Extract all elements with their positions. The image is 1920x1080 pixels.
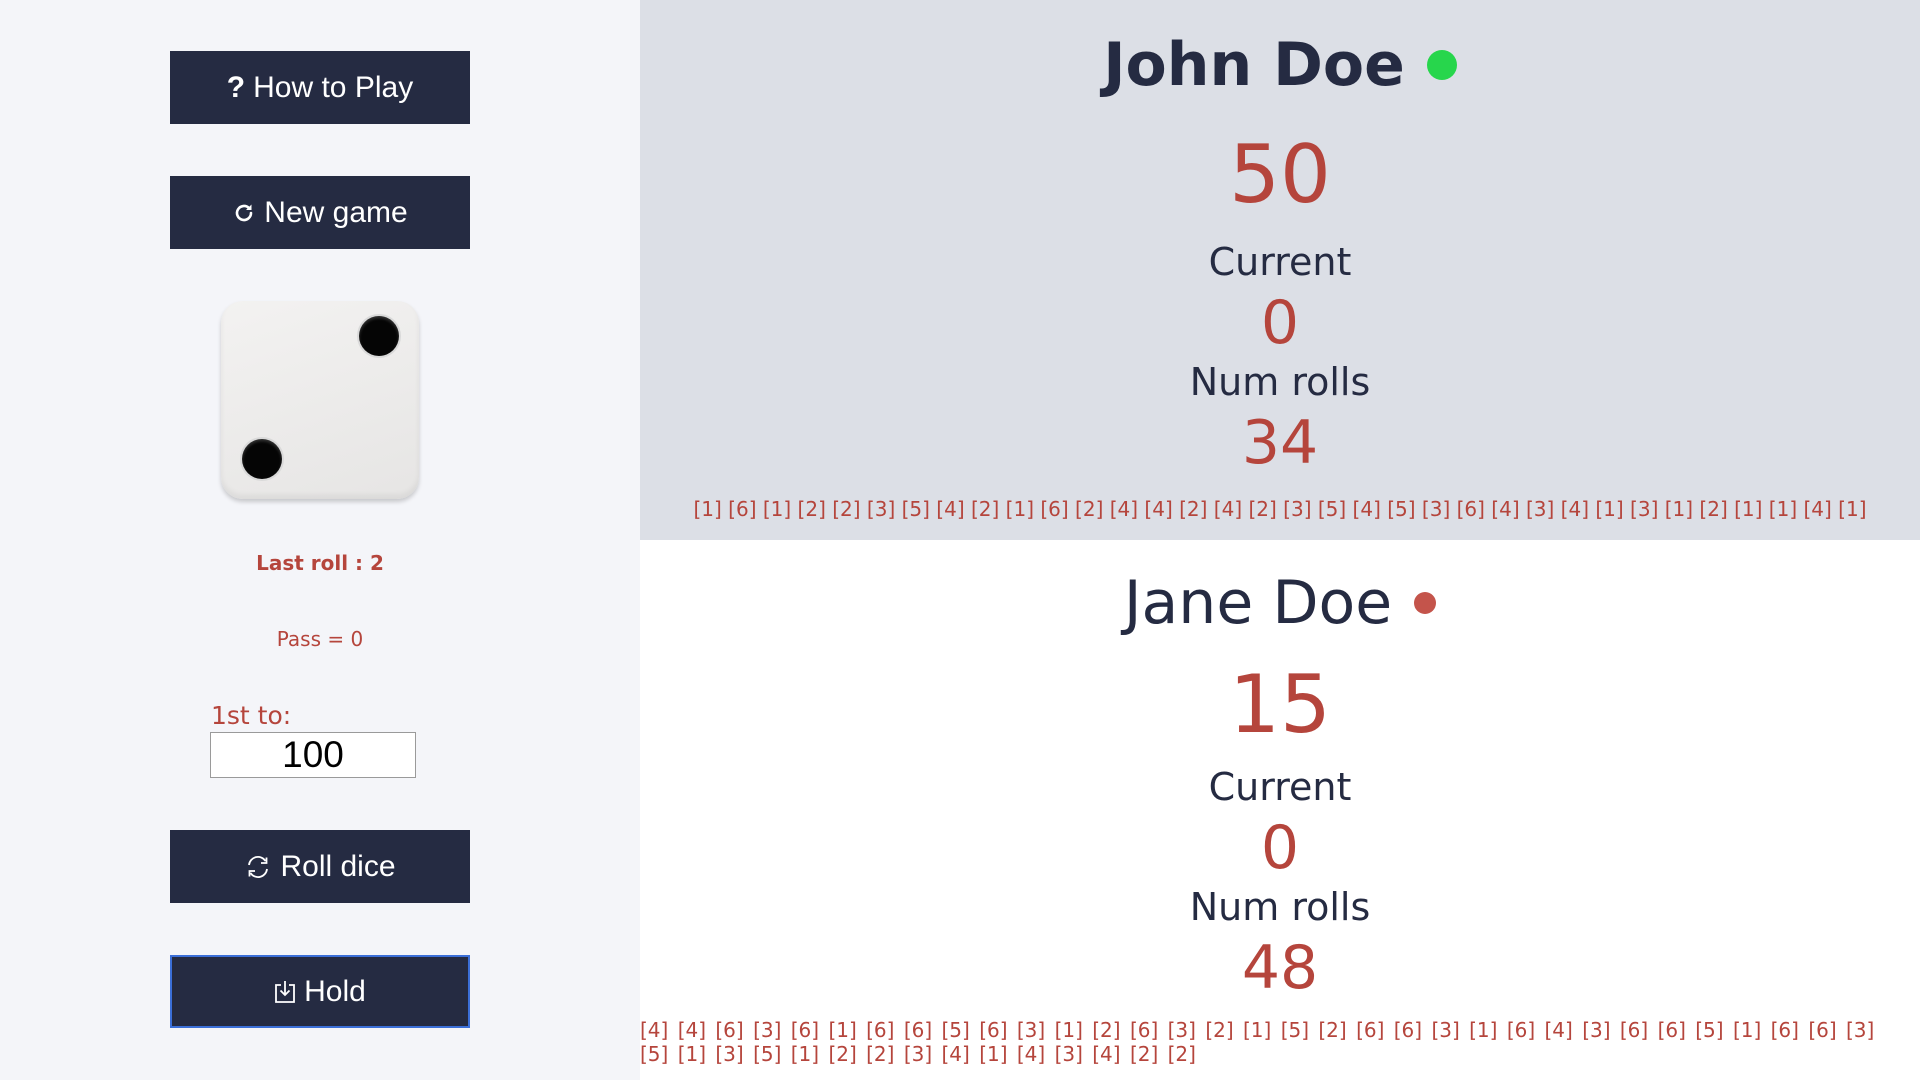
- refresh-icon: [232, 201, 256, 225]
- control-sidebar: ? How to Play New game Last roll : 2 Pas…: [0, 0, 640, 1080]
- roll-dice-button[interactable]: Roll dice: [170, 830, 470, 903]
- pass-count-text: Pass = 0: [276, 627, 364, 651]
- die-face-two-icon: [221, 301, 419, 499]
- player-one-name: John Doe: [1103, 30, 1405, 100]
- hold-label: Hold: [304, 974, 366, 1008]
- hold-icon: [274, 980, 296, 1004]
- how-to-play-label: How to Play: [253, 70, 414, 104]
- roll-dice-icon: [244, 853, 272, 881]
- player-two-panel: Jane Doe 15 Current 0 Num rolls 48 [4] […: [640, 540, 1920, 1080]
- roll-dice-label: Roll dice: [280, 849, 396, 883]
- hold-button[interactable]: Hold: [170, 955, 470, 1028]
- inactive-turn-indicator: [1414, 592, 1437, 614]
- player-one-name-row: John Doe: [640, 30, 1920, 100]
- player-two-score: 15: [1229, 658, 1331, 751]
- player-two-name: Jane Doe: [1123, 568, 1393, 638]
- how-to-play-button[interactable]: ? How to Play: [170, 51, 470, 124]
- new-game-button[interactable]: New game: [170, 176, 470, 249]
- player-one-current-value: 0: [1260, 288, 1300, 358]
- player-one-current-label: Current: [1208, 240, 1352, 284]
- active-turn-indicator: [1426, 50, 1457, 80]
- target-score-label: 1st to:: [211, 701, 292, 730]
- player-one-score: 50: [1229, 128, 1331, 221]
- player-two-rolls-label: Num rolls: [1189, 885, 1371, 929]
- player-one-panel: John Doe 50 Current 0 Num rolls 34 [1] […: [640, 0, 1920, 540]
- die-pip: [242, 439, 282, 479]
- player-one-rolls-value: 34: [1241, 408, 1319, 478]
- player-two-current-value: 0: [1260, 813, 1300, 883]
- question-icon: ?: [226, 70, 246, 104]
- new-game-label: New game: [264, 195, 408, 229]
- player-one-roll-history: [1] [6] [1] [2] [2] [3] [5] [4] [2] [1] …: [693, 497, 1867, 521]
- player-two-rolls-value: 48: [1241, 933, 1319, 1003]
- player-two-current-label: Current: [1208, 765, 1352, 809]
- die-pip: [359, 316, 399, 356]
- last-roll-text: Last roll : 2: [256, 551, 384, 575]
- player-two-name-row: Jane Doe: [640, 568, 1920, 638]
- player-one-rolls-label: Num rolls: [1189, 360, 1371, 404]
- player-two-roll-history: [4] [4] [6] [3] [6] [1] [6] [6] [5] [6] …: [640, 1018, 1875, 1066]
- target-score-input[interactable]: [210, 732, 416, 778]
